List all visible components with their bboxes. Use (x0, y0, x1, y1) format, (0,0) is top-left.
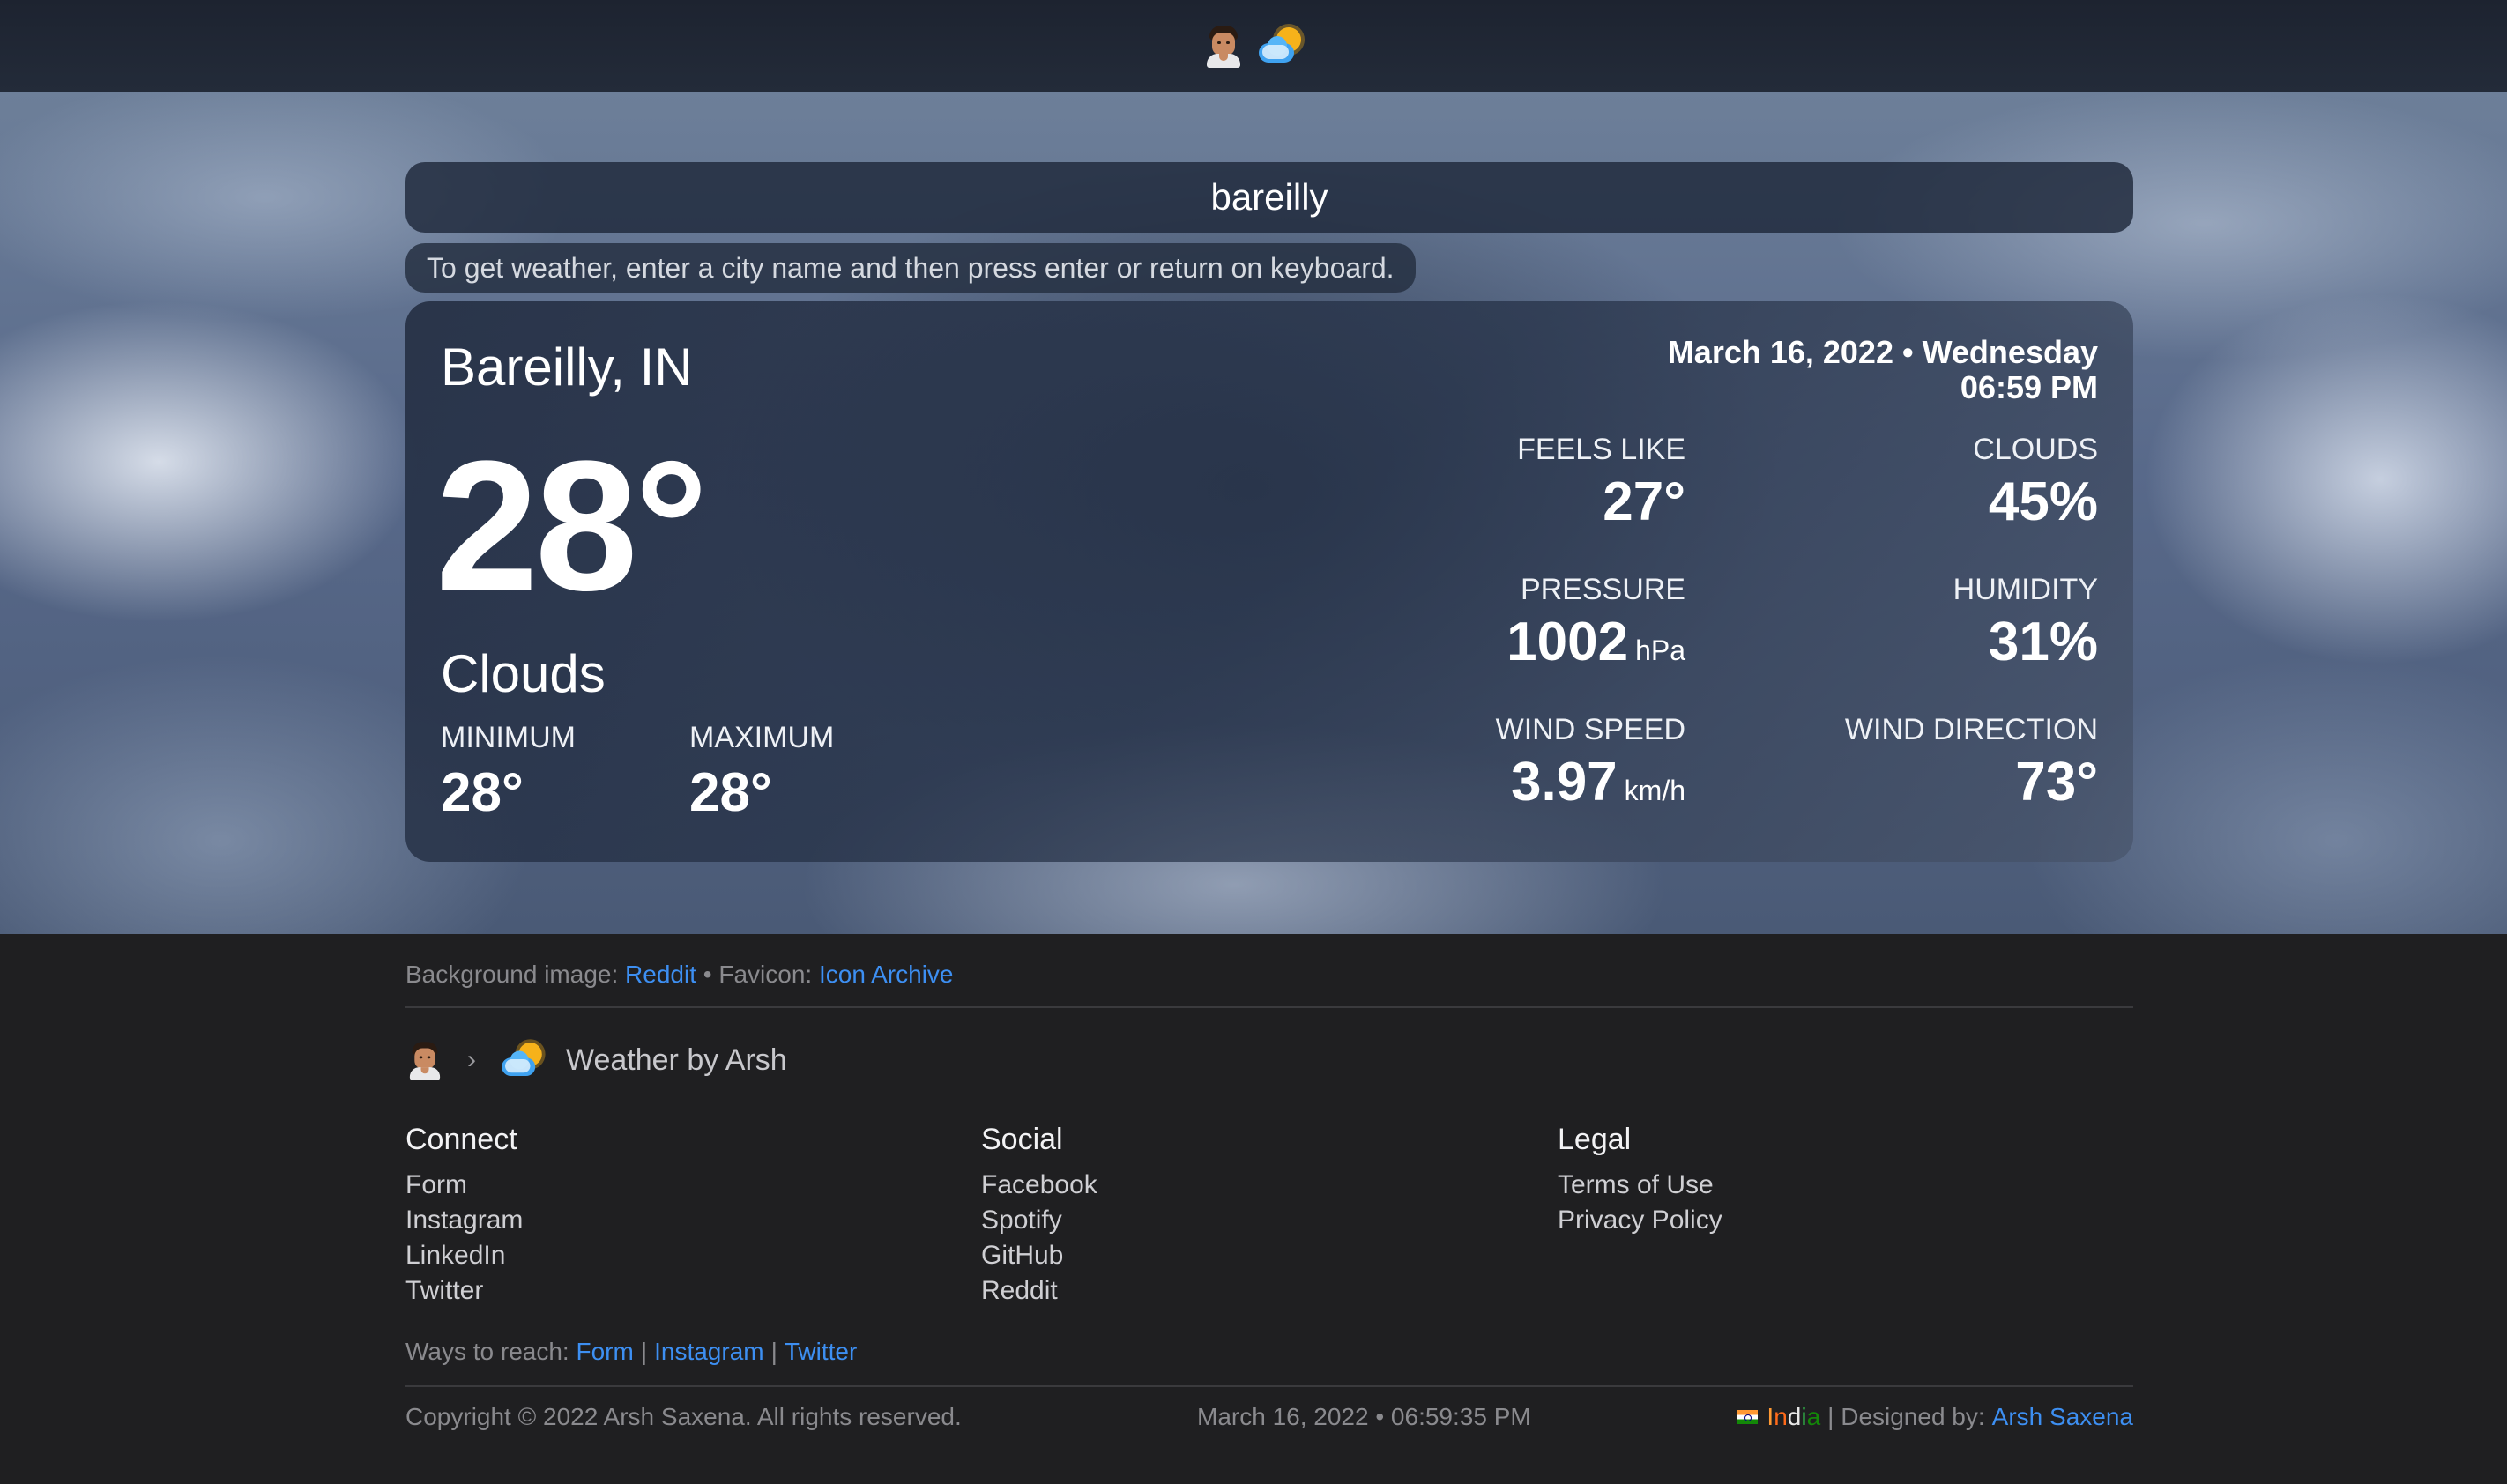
reddit-credit-link[interactable]: Reddit (625, 961, 696, 988)
wind-speed-stat: WIND SPEED 3.97 km/h (1496, 712, 1685, 826)
wind-speed-unit: km/h (1624, 775, 1685, 806)
clouds-label: CLOUDS (1973, 433, 2098, 466)
reach-twitter-link[interactable]: Twitter (785, 1338, 857, 1365)
wind-speed-value: 3.97 (1510, 752, 1618, 812)
pressure-label: PRESSURE (1520, 573, 1685, 606)
country-letter: a (1806, 1403, 1821, 1430)
clouds-value: 45% (1988, 471, 2098, 532)
feels-like-label: FEELS LIKE (1517, 433, 1685, 466)
maximum-value: 28° (689, 762, 772, 823)
chevron-right-icon: › (467, 1045, 476, 1074)
terms-of-use-link[interactable]: Terms of Use (1558, 1168, 1722, 1203)
wind-direction-label: WIND DIRECTION (1844, 713, 2098, 746)
clouds-stat: CLOUDS 45% (1973, 432, 2098, 538)
column-heading: Legal (1558, 1123, 1632, 1156)
image-credits: Background image: Reddit • Favicon: Icon… (405, 961, 954, 989)
social-spotify-link[interactable]: Spotify (981, 1203, 1097, 1238)
reach-label: Ways to reach: (405, 1338, 569, 1365)
wind-speed-label: WIND SPEED (1495, 713, 1685, 746)
wind-direction-value: 73° (2015, 752, 2098, 812)
humidity-label: HUMIDITY (1953, 573, 2098, 606)
avatar-icon[interactable] (407, 1041, 443, 1080)
weather-cloud-sun-icon[interactable] (1257, 26, 1303, 66)
top-bar (0, 0, 2507, 92)
footer-column-social: Social Facebook Spotify GitHub Reddit (981, 1123, 1097, 1309)
copyright-text: Copyright © 2022 Arsh Saxena. All rights… (405, 1403, 962, 1430)
pressure-stat: PRESSURE 1002 hPa (1506, 572, 1685, 686)
connect-linkedin-link[interactable]: LinkedIn (405, 1238, 523, 1273)
country-letter: d (1787, 1403, 1802, 1430)
pressure-value: 1002 (1506, 612, 1629, 672)
reach-instagram-link[interactable]: Instagram (654, 1338, 764, 1365)
weather-card: Bareilly, IN 28° Clouds MINIMUM 28° MAXI… (405, 301, 2133, 862)
column-heading: Social (981, 1123, 1063, 1156)
wind-direction-stat: WIND DIRECTION 73° (1845, 712, 2098, 818)
connect-form-link[interactable]: Form (405, 1168, 523, 1203)
country-letter: n (1774, 1403, 1788, 1430)
reach-separator: | (640, 1338, 648, 1365)
city-search-input[interactable] (405, 162, 2133, 233)
connect-instagram-link[interactable]: Instagram (405, 1203, 523, 1238)
designer-link[interactable]: Arsh Saxena (1992, 1403, 2133, 1431)
india-flag-icon (1737, 1410, 1759, 1424)
site-title[interactable]: Weather by Arsh (566, 1043, 787, 1078)
background-credit-label: Background image: (405, 961, 619, 988)
time-line: 06:59 PM (1960, 369, 2098, 405)
humidity-stat: HUMIDITY 31% (1953, 572, 2098, 678)
ways-to-reach: Ways to reach: Form | Instagram | Twitter (405, 1338, 857, 1366)
feels-like-value: 27° (1603, 471, 1685, 532)
reach-separator: | (770, 1338, 777, 1365)
date-line: March 16, 2022 • Wednesday (1667, 334, 2098, 370)
minimum-label: MINIMUM (441, 721, 576, 754)
maximum-label: MAXIMUM (689, 721, 835, 754)
minimum-value: 28° (441, 762, 524, 823)
weather-condition: Clouds (441, 644, 606, 703)
credits-separator: • (703, 961, 712, 988)
live-clock: March 16, 2022 • 06:59:35 PM (1197, 1403, 1531, 1430)
icon-archive-link[interactable]: Icon Archive (819, 961, 954, 988)
date-time: March 16, 2022 • Wednesday 06:59 PM (1668, 335, 2098, 405)
designed-by-label: | Designed by: (1827, 1403, 1985, 1430)
city-name: Bareilly, IN (441, 338, 693, 397)
footer: Background image: Reddit • Favicon: Icon… (0, 934, 2507, 1484)
current-temperature: 28° (435, 422, 709, 629)
footer-column-legal: Legal Terms of Use Privacy Policy (1558, 1123, 1722, 1238)
social-reddit-link[interactable]: Reddit (981, 1273, 1097, 1309)
social-facebook-link[interactable]: Facebook (981, 1168, 1097, 1203)
footer-divider-bottom (405, 1385, 2133, 1387)
humidity-value: 31% (1988, 612, 2098, 672)
designer-credit: India | Designed by: Arsh Saxena (1737, 1403, 2133, 1431)
reach-form-link[interactable]: Form (576, 1338, 633, 1365)
search-hint: To get weather, enter a city name and th… (405, 243, 1416, 293)
weather-cloud-sun-icon[interactable] (500, 1041, 543, 1080)
privacy-policy-link[interactable]: Privacy Policy (1558, 1203, 1722, 1238)
footer-column-connect: Connect Form Instagram LinkedIn Twitter (405, 1123, 523, 1309)
social-github-link[interactable]: GitHub (981, 1238, 1097, 1273)
pressure-unit: hPa (1635, 634, 1685, 666)
connect-twitter-link[interactable]: Twitter (405, 1273, 523, 1309)
feels-like-stat: FEELS LIKE 27° (1517, 432, 1685, 538)
column-heading: Connect (405, 1123, 517, 1156)
breadcrumb: › Weather by Arsh (405, 1038, 787, 1082)
avatar-icon[interactable] (1204, 24, 1243, 68)
country-letter: I (1767, 1403, 1774, 1430)
favicon-credit-label: Favicon: (718, 961, 813, 988)
footer-divider-top (405, 1006, 2133, 1008)
